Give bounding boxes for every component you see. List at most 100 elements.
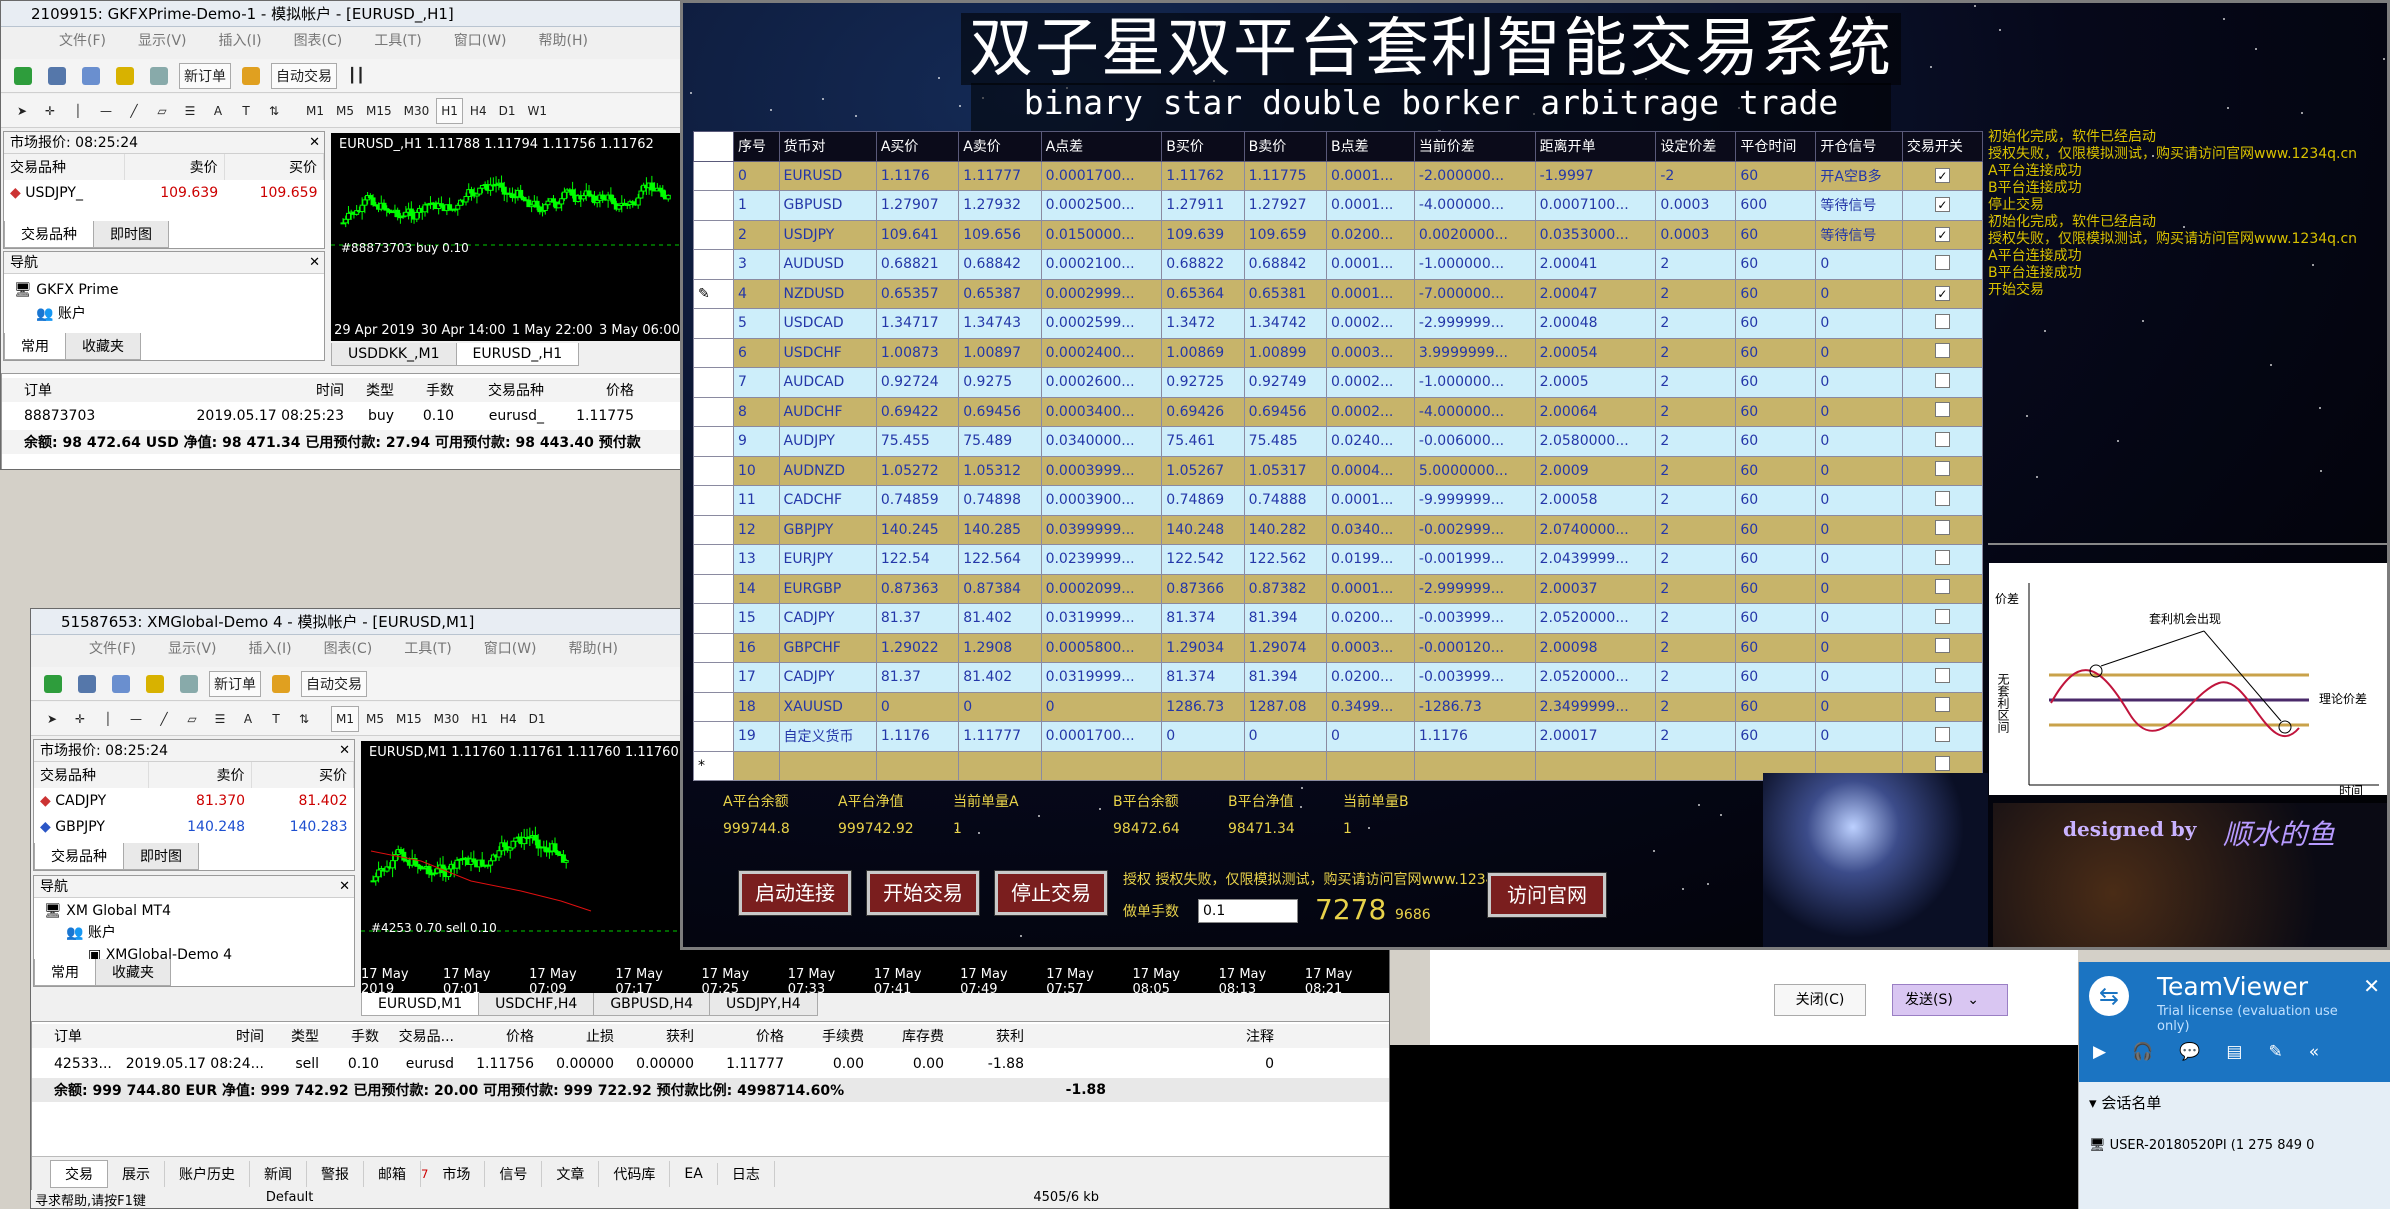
grid-cell[interactable]: -0.000120... (1413, 632, 1536, 663)
grid-cell[interactable]: 122.542 (1161, 544, 1245, 575)
grid-cell[interactable]: 1.1176 (875, 160, 960, 191)
market-row[interactable]: ◆ USDJPY_ 109.639 109.659 (4, 180, 324, 206)
period-m1[interactable]: M1 (301, 98, 329, 124)
tools-icon[interactable]: ✎ (2268, 1042, 2282, 1062)
column-header[interactable]: B买价 (1161, 131, 1245, 162)
pair-row[interactable]: 6 USDCHF 1.00873 1.00897 0.0002400... 1.00869… (693, 337, 1984, 368)
grid-cell[interactable]: 0.0001... (1326, 573, 1415, 604)
grid-cell[interactable]: 75.489 (958, 426, 1042, 457)
market-watch-icon[interactable] (77, 63, 105, 89)
trade-toggle-checkbox[interactable]: ✓ (1901, 160, 1984, 191)
close-button[interactable]: 关闭(C) (1774, 984, 1866, 1016)
grid-cell[interactable]: 2.00064 (1534, 396, 1657, 427)
grid-cell[interactable]: 0 (1815, 662, 1903, 693)
grid-cell[interactable]: -1.000000... (1413, 249, 1536, 280)
grid-cell[interactable]: 60 (1735, 337, 1817, 368)
row-selector[interactable] (693, 219, 734, 250)
grid-cell[interactable]: 0.65381 (1243, 278, 1328, 309)
pair-row[interactable]: 10 AUDNZD 1.05272 1.05312 0.0003999... 1.0526… (693, 455, 1984, 486)
tab-chart-usddkk[interactable]: USDDKK_,M1 (331, 343, 457, 366)
column-header[interactable]: B点差 (1326, 131, 1415, 162)
trade-toggle-checkbox[interactable] (1901, 691, 1984, 722)
grid-cell[interactable]: 9 (733, 426, 780, 457)
grid-cell[interactable]: -2.999999... (1413, 573, 1536, 604)
terminal-tab[interactable]: 交易 (50, 1159, 108, 1188)
new-chart-icon[interactable] (39, 671, 67, 697)
grid-cell[interactable]: -4.000000... (1413, 396, 1536, 427)
grid-cell[interactable]: 1.00873 (875, 337, 960, 368)
grid-cell[interactable]: 13 (733, 544, 780, 575)
grid-cell[interactable]: 0.0003900... (1040, 485, 1163, 516)
grid-cell[interactable]: 1287.08 (1243, 691, 1328, 722)
period-h4[interactable]: H4 (495, 706, 522, 732)
grid-cell[interactable]: 0.0002600... (1040, 367, 1163, 398)
grid-cell[interactable]: GBPUSD (778, 190, 877, 221)
row-selector[interactable] (693, 190, 734, 221)
grid-cell[interactable]: 1.29074 (1243, 632, 1328, 663)
grid-cell[interactable]: 开A空B多 (1815, 160, 1903, 191)
row-selector[interactable] (693, 573, 734, 604)
files-icon[interactable]: ▤ (2226, 1042, 2242, 1062)
grid-cell[interactable]: 1.29022 (875, 632, 960, 663)
grid-cell[interactable]: 2.00098 (1534, 632, 1657, 663)
grid-cell[interactable]: 75.485 (1243, 426, 1328, 457)
tab-chart-usdchf[interactable]: USDCHF,H4 (478, 993, 595, 1016)
col-bid[interactable]: 卖价 (124, 154, 225, 180)
grid-cell[interactable]: GBPJPY (778, 514, 877, 545)
grid-cell[interactable]: 0 (1815, 544, 1903, 575)
column-header[interactable]: 货币对 (778, 131, 877, 162)
text-icon[interactable]: A (235, 706, 261, 732)
grid-cell[interactable]: 2.00048 (1534, 308, 1657, 339)
audio-icon[interactable]: 🎧 (2132, 1042, 2153, 1062)
trade-toggle-checkbox[interactable] (1901, 603, 1984, 634)
grid-cell[interactable]: 0 (1815, 603, 1903, 634)
period-m15[interactable]: M15 (361, 98, 397, 124)
grid-cell[interactable]: 0.3499... (1326, 691, 1415, 722)
close-icon[interactable]: ✕ (309, 252, 320, 274)
trade-toggle-checkbox[interactable] (1901, 721, 1984, 752)
tab-chart-eurusd[interactable]: EURUSD_,H1 (455, 343, 580, 366)
grid-cell[interactable]: 0.69456 (1243, 396, 1328, 427)
grid-cell[interactable]: 0.92749 (1243, 367, 1328, 398)
grid-cell[interactable]: 1.27911 (1161, 190, 1245, 221)
grid-cell[interactable]: 60 (1735, 249, 1817, 280)
trade-toggle-checkbox[interactable] (1901, 455, 1984, 486)
trade-toggle-checkbox[interactable] (1901, 396, 1984, 427)
grid-cell[interactable]: -0.003999... (1413, 662, 1536, 693)
grid-cell[interactable]: 1.27907 (875, 190, 960, 221)
row-selector[interactable] (693, 662, 734, 693)
column-header[interactable]: A点差 (1040, 131, 1163, 162)
grid-cell[interactable]: 1.29034 (1161, 632, 1245, 663)
row-selector[interactable] (693, 544, 734, 575)
grid-cell[interactable]: 81.374 (1161, 603, 1245, 634)
column-header[interactable]: A买价 (875, 131, 960, 162)
grid-cell[interactable]: 0.65387 (958, 278, 1042, 309)
grid-cell[interactable]: 60 (1735, 721, 1817, 752)
grid-cell[interactable]: 81.402 (958, 603, 1042, 634)
grid-cell[interactable]: 0.65364 (1161, 278, 1245, 309)
vline-icon[interactable]: │ (95, 706, 121, 732)
trendline-icon[interactable]: ╱ (151, 706, 177, 732)
grid-cell[interactable]: 2 (1655, 337, 1737, 368)
grid-cell[interactable]: 1.1176 (875, 721, 960, 752)
grid-cell[interactable]: -0.002999... (1413, 514, 1536, 545)
new-order-button[interactable]: 新订单 (179, 62, 231, 89)
grid-cell[interactable]: 0.0200... (1326, 603, 1415, 634)
column-header[interactable]: 交易开关 (1901, 131, 1984, 162)
chat-icon[interactable]: 💬 (2179, 1042, 2200, 1062)
grid-cell[interactable]: CADJPY (778, 603, 877, 634)
metaeditor-icon[interactable] (237, 63, 265, 89)
grid-cell[interactable]: 12 (733, 514, 780, 545)
grid-cell[interactable]: CADJPY (778, 662, 877, 693)
period-m30[interactable]: M30 (399, 98, 435, 124)
grid-cell[interactable]: 0 (1815, 485, 1903, 516)
grid-cell[interactable]: 1.3472 (1161, 308, 1245, 339)
grid-cell[interactable]: 60 (1735, 603, 1817, 634)
crosshair-icon[interactable]: ✛ (37, 98, 63, 124)
grid-cell[interactable]: 1.34743 (958, 308, 1042, 339)
grid-cell[interactable]: AUDCAD (778, 367, 877, 398)
grid-cell[interactable]: 0.0001... (1326, 190, 1415, 221)
grid-cell[interactable]: AUDUSD (778, 249, 877, 280)
row-selector[interactable] (693, 396, 734, 427)
grid-cell[interactable]: 0.87382 (1243, 573, 1328, 604)
